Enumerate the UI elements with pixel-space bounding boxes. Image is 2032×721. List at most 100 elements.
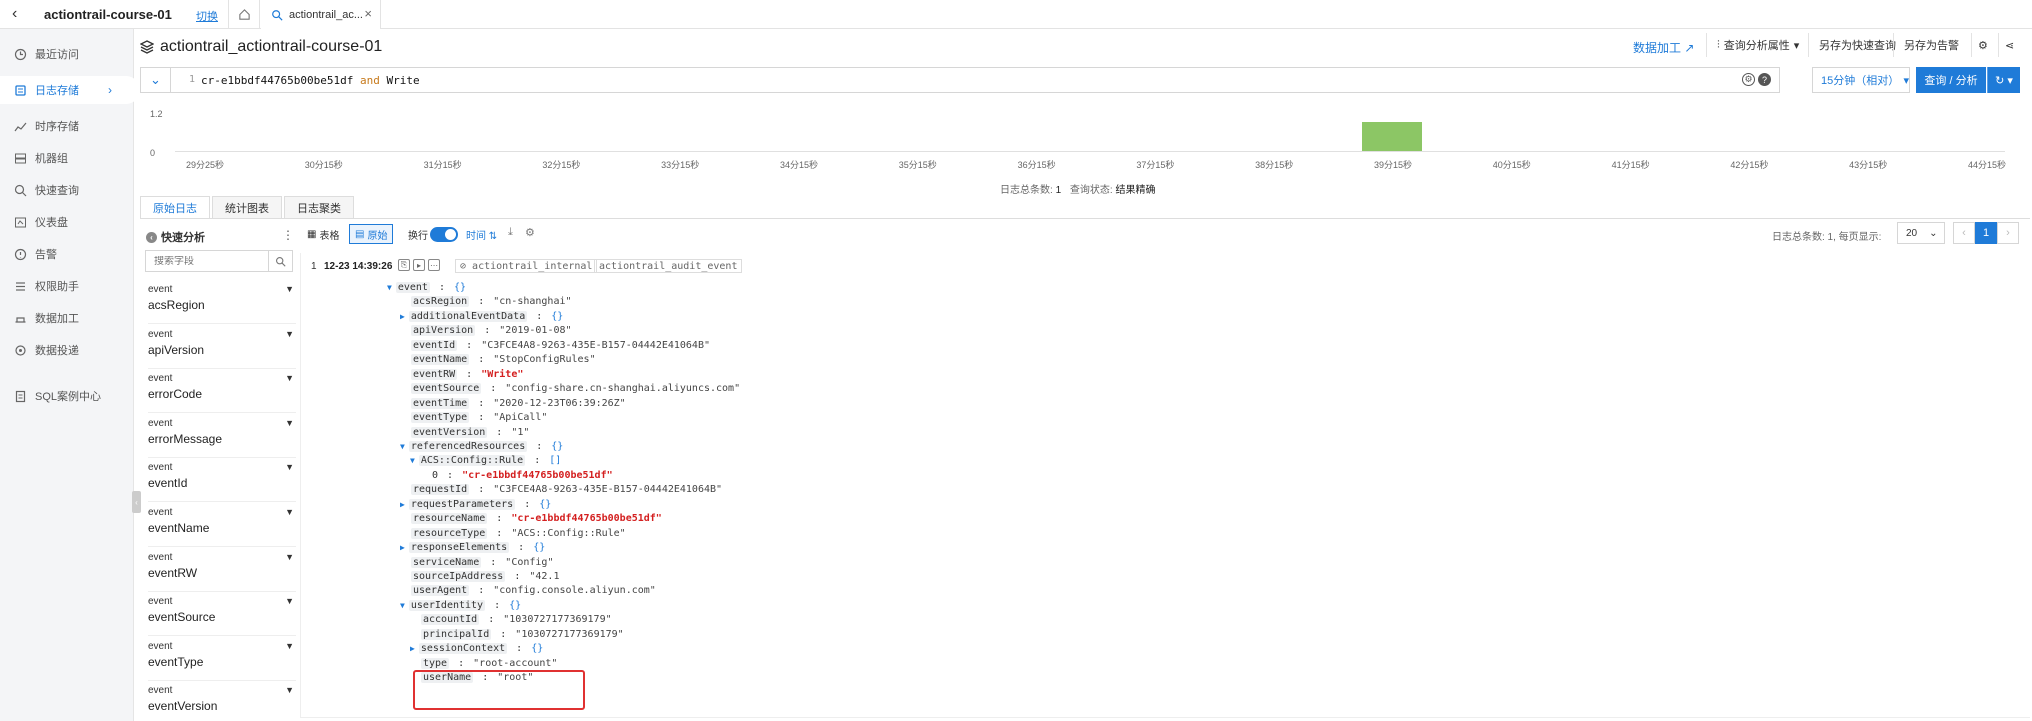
field-item[interactable]: event eventRW ▼	[148, 548, 296, 592]
json-value: "42.1	[529, 571, 560, 582]
caret-right-icon[interactable]: ▶	[400, 312, 405, 321]
sidebar-item-label: 数据加工	[35, 313, 79, 325]
home-tab[interactable]	[228, 0, 260, 29]
save-quick-query-button[interactable]: 另存为快速查询	[1808, 33, 1906, 57]
caret-down-icon[interactable]: ▼	[285, 552, 294, 562]
share-button[interactable]: ⋖	[1998, 33, 2020, 57]
analysis-attr-button[interactable]: ⫶ 查询分析属性 ▾	[1706, 33, 1809, 57]
close-icon[interactable]: ×	[364, 6, 372, 21]
caret-down-icon[interactable]: ▼	[285, 373, 294, 383]
switch-project-link[interactable]: 切换	[196, 8, 218, 24]
time-sort-button[interactable]: 时间 ⇅	[466, 227, 497, 242]
json-value: "C3FCE4A8-9263-435E-B157-04442E41064B"	[493, 484, 723, 496]
total-count: 1	[1055, 185, 1062, 196]
sidebar-item-1[interactable]: 日志存储 ›	[0, 76, 140, 104]
json-value: {}	[551, 310, 564, 322]
caret-right-icon[interactable]: ▶	[400, 500, 405, 509]
field-item[interactable]: event eventId ▼	[148, 458, 296, 503]
caret-down-icon[interactable]: ▼	[285, 462, 294, 472]
log-tag[interactable]: ⊘ actiontrail_internal	[455, 259, 598, 273]
sidebar-item-7[interactable]: 权限助手	[0, 272, 134, 300]
query-history-dropdown[interactable]: ⌄	[141, 68, 171, 92]
time-range-select[interactable]: 15分钟（相对） ▾	[1812, 67, 1910, 93]
external-link-icon: ↗	[1684, 41, 1695, 55]
help-icon[interactable]: ?	[1758, 73, 1771, 86]
caret-right-icon[interactable]: ▶	[400, 543, 405, 552]
query-analyze-button[interactable]: 查询 / 分析	[1916, 67, 1986, 93]
panel-collapse-handle[interactable]: ‹	[132, 491, 141, 513]
caret-down-icon[interactable]: ▼	[400, 442, 405, 451]
field-item[interactable]: event errorCode ▼	[148, 369, 296, 414]
caret-down-icon[interactable]: ▼	[285, 284, 294, 294]
field-item[interactable]: event acsRegion ▼	[148, 280, 296, 324]
caret-down-icon[interactable]: ▼	[410, 456, 415, 465]
wrap-toggle[interactable]	[430, 227, 458, 242]
field-group: event	[148, 596, 173, 608]
copy-icon[interactable]: ⎘	[398, 259, 410, 271]
log-tag[interactable]: actiontrail_audit_event	[594, 259, 743, 273]
field-item[interactable]: event eventName ▼	[148, 503, 296, 547]
download-icon[interactable]: ⤓	[508, 226, 513, 239]
caret-down-icon[interactable]: ▼	[387, 283, 392, 292]
field-item[interactable]: event eventVersion ▼	[148, 681, 296, 721]
field-search-input[interactable]	[146, 255, 266, 267]
sidebar-item-6[interactable]: 告警	[0, 240, 134, 268]
y-tick-label: 0	[150, 148, 156, 158]
more-icon[interactable]: ⋯	[428, 259, 440, 271]
caret-down-icon[interactable]: ▼	[285, 641, 294, 651]
histogram-bar[interactable]	[1362, 121, 1422, 151]
settings-button[interactable]: ⚙	[1971, 33, 1994, 57]
sidebar-item-9[interactable]: 数据投递	[0, 336, 134, 364]
field-item[interactable]: event eventSource ▼	[148, 592, 296, 637]
page-size-select[interactable]: 20 ⌄	[1897, 222, 1945, 244]
caret-down-icon[interactable]: ▼	[285, 596, 294, 606]
context-icon[interactable]: ▸	[413, 259, 425, 271]
page-1-button[interactable]: 1	[1975, 222, 1997, 244]
caret-right-icon[interactable]: ▶	[410, 644, 415, 653]
json-key: eventName	[411, 354, 470, 366]
sidebar-item-5[interactable]: 仪表盘	[0, 208, 134, 236]
back-arrow-icon[interactable]: ‹	[12, 5, 17, 23]
field-search[interactable]	[145, 250, 293, 272]
raw-icon: ▤	[355, 228, 365, 240]
sidebar-item-0[interactable]: 最近访问	[0, 40, 134, 68]
prev-page-button[interactable]: ‹	[1953, 222, 1975, 244]
raw-view-button[interactable]: ▤ 原始	[349, 224, 394, 244]
json-line: ▶ responseElements : {}	[400, 542, 546, 554]
sidebar-item-2[interactable]: 时序存储	[0, 112, 134, 140]
bell-icon	[14, 248, 27, 261]
caret-down-icon[interactable]: ▼	[285, 685, 294, 695]
query-input[interactable]: cr-e1bbdf44765b00be51df and Write	[201, 74, 420, 87]
search-icon[interactable]	[268, 251, 292, 271]
search-icon	[272, 10, 283, 21]
settings-icon[interactable]: ⚙	[1742, 73, 1755, 86]
caret-down-icon[interactable]: ▼	[285, 418, 294, 428]
save-alert-button[interactable]: 另存为告警	[1893, 33, 1969, 57]
query-bar[interactable]: ⌄ 1 cr-e1bbdf44765b00be51df and Write ⚙?	[140, 67, 1780, 93]
sidebar-item-4[interactable]: 快速查询	[0, 176, 134, 204]
tab-logstore[interactable]: actiontrail_ac... ×	[261, 0, 381, 30]
more-icon[interactable]: ⋮	[282, 228, 294, 242]
next-page-button[interactable]: ›	[1997, 222, 2019, 244]
table-view-button[interactable]: ▦ 表格	[302, 224, 344, 244]
caret-down-icon[interactable]: ▼	[285, 329, 294, 339]
field-group: event	[148, 417, 173, 429]
x-tick-label: 44分15秒	[1967, 160, 2007, 170]
field-group: event	[148, 462, 173, 474]
field-item[interactable]: event eventType ▼	[148, 637, 296, 681]
sidebar-item-8[interactable]: 数据加工	[0, 304, 134, 332]
tab-log-clustering[interactable]: 日志聚类	[284, 196, 354, 219]
caret-down-icon[interactable]: ▼	[285, 507, 294, 517]
tab-raw-logs[interactable]: 原始日志	[140, 196, 210, 219]
refresh-button[interactable]: ↻ ▾	[1987, 67, 2020, 93]
field-item[interactable]: event errorMessage ▼	[148, 414, 296, 458]
sidebar-item-3[interactable]: 机器组	[0, 144, 134, 172]
data-process-link[interactable]: 数据加工 ↗	[1633, 39, 1694, 56]
field-item[interactable]: event apiVersion ▼	[148, 325, 296, 369]
caret-down-icon[interactable]: ▼	[400, 601, 405, 610]
gear-icon[interactable]: ⚙	[525, 226, 535, 239]
json-key: requestParameters	[408, 498, 516, 510]
sidebar-item-label: 快速查询	[35, 185, 79, 197]
tab-charts[interactable]: 统计图表	[212, 196, 282, 219]
sidebar-item-10[interactable]: SQL案例中心	[0, 382, 134, 410]
